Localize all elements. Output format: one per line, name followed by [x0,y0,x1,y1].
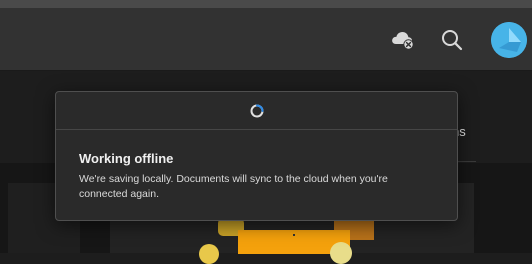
loading-spinner-icon [250,104,263,117]
thumbnail-shape [330,242,352,264]
dialog-header [56,92,457,130]
search-icon [442,30,463,51]
search-button[interactable] [438,26,466,54]
thumbnail-detail [293,234,295,236]
cloud-status-button[interactable] [389,26,417,54]
user-avatar[interactable] [491,22,527,58]
offline-dialog: Working offline We're saving locally. Do… [55,91,458,221]
dialog-message: We're saving locally. Documents will syn… [79,173,388,200]
app-header [0,8,532,71]
thumbnail-shape [199,244,219,264]
window-top-strip [0,0,532,8]
cloud-offline-icon [392,32,414,50]
avatar-image [491,22,527,58]
dialog-title: Working offline [79,151,174,166]
